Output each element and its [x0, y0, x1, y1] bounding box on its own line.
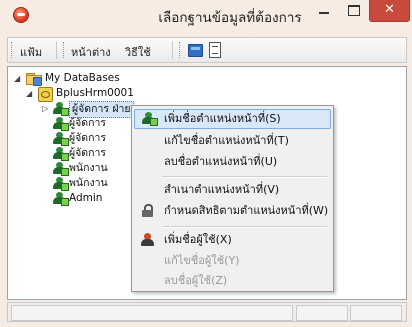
- menu-item-label: ลบชื่อตำแหน่งหน้าที่(U): [164, 155, 278, 168]
- tree-node-role[interactable]: ผู้จัดการ: [52, 116, 142, 131]
- app-icon[interactable]: [13, 7, 29, 23]
- user-group-icon: [52, 132, 69, 146]
- menu-item-copy-role[interactable]: สำเนาตำแหน่งหน้าที่(V): [134, 180, 331, 200]
- toolbar-divider: [172, 41, 173, 59]
- tree-node-role[interactable]: พนักงาน: [52, 176, 142, 191]
- toolbar-grip[interactable]: [11, 42, 14, 58]
- server-icon: [38, 87, 53, 102]
- context-menu: เพิ่มชื่อตำแหน่งหน้าที่(S) แก้ไขชื่อตำแห…: [131, 105, 334, 292]
- menu-window[interactable]: หน้าต่าง: [71, 43, 111, 61]
- database-icon[interactable]: [188, 44, 203, 57]
- status-panel: [11, 305, 293, 321]
- tree-node-server[interactable]: ◢ BplusHrm0001: [26, 86, 226, 102]
- menu-item-label: กำหนดสิทธิตามตำแหน่งหน้าที่(W): [164, 204, 329, 217]
- status-panel: [296, 305, 348, 321]
- tree-label-role: พนักงาน: [69, 177, 108, 189]
- tree-node-role[interactable]: พนักงาน: [52, 161, 142, 176]
- menu-item-add-role[interactable]: เพิ่มชื่อตำแหน่งหน้าที่(S): [134, 109, 331, 129]
- tree-node-root[interactable]: ◢ My DataBases: [14, 71, 214, 86]
- menu-item-label: เพิ่มชื่อตำแหน่งหน้าที่(S): [164, 112, 281, 125]
- toolbar-grip[interactable]: [63, 42, 66, 58]
- toolbar-divider: [56, 41, 57, 59]
- close-button[interactable]: ✕: [369, 0, 410, 22]
- menu-item-add-user[interactable]: เพิ่มชื่อผู้ใช้(X): [134, 230, 331, 250]
- tree-label-role: ผู้จัดการ: [69, 117, 107, 129]
- menu-item-label: ลบชื่อผู้ใช้(Z): [164, 274, 228, 287]
- tree-node-role[interactable]: ผู้จัดการ: [52, 131, 142, 146]
- menu-help[interactable]: วิธีใช้: [125, 43, 151, 61]
- collapsed-arrow-icon[interactable]: ▷: [42, 101, 48, 116]
- tree-label-role: ผู้จัดการ: [69, 132, 107, 144]
- user-group-icon: [52, 162, 69, 176]
- menu-divider: [162, 176, 327, 178]
- expanded-arrow-icon[interactable]: ◢: [26, 86, 32, 101]
- menu-item-label: เพิ่มชื่อผู้ใช้(X): [164, 233, 232, 246]
- menu-toolbar: แฟ้ม หน้าต่าง วิธีใช้: [7, 37, 407, 63]
- lock-icon: [142, 204, 153, 217]
- expanded-arrow-icon[interactable]: ◢: [14, 71, 20, 86]
- tree-label-role: ผู้จัดการ: [69, 147, 107, 159]
- menu-item-edit-user[interactable]: แก้ไขชื่อผู้ใช้(Y): [134, 251, 331, 271]
- window-title: เลือกฐานข้อมูลที่ต้องการ: [158, 10, 302, 26]
- user-group-icon: [52, 177, 69, 191]
- menu-item-label: สำเนาตำแหน่งหน้าที่(V): [164, 183, 280, 196]
- tree-label-root: My DataBases: [45, 72, 120, 84]
- menu-divider: [162, 226, 327, 228]
- close-icon: ✕: [384, 2, 395, 17]
- menu-item-set-permissions[interactable]: กำหนดสิทธิตามตำแหน่งหน้าที่(W): [134, 201, 331, 221]
- status-bar: [7, 302, 407, 322]
- menu-item-delete-user[interactable]: ลบชื่อผู้ใช้(Z): [134, 271, 331, 291]
- page-icon[interactable]: [209, 42, 221, 58]
- status-panel: [350, 305, 402, 321]
- database-folder-icon: [26, 73, 42, 86]
- user-add-icon: [141, 112, 158, 126]
- minimize-button[interactable]: [310, 0, 338, 22]
- menu-file[interactable]: แฟ้ม: [20, 43, 42, 61]
- tree-node-role[interactable]: Admin: [52, 191, 142, 206]
- maximize-button[interactable]: [340, 0, 368, 22]
- user-group-icon: [52, 102, 69, 116]
- user-group-icon: [52, 117, 69, 131]
- user-group-icon: [52, 147, 69, 161]
- menu-item-delete-role[interactable]: ลบชื่อตำแหน่งหน้าที่(U): [134, 152, 331, 172]
- tree-label-role: Admin: [69, 192, 103, 204]
- tree-node-role[interactable]: ผู้จัดการ: [52, 146, 142, 161]
- title-bar[interactable]: เลือกฐานข้อมูลที่ต้องการ ✕: [0, 0, 412, 32]
- menu-item-label: แก้ไขชื่อผู้ใช้(Y): [164, 254, 240, 267]
- person-icon: [141, 233, 154, 247]
- tree-label-role: พนักงาน: [69, 162, 108, 174]
- toolbar-grip[interactable]: [179, 42, 182, 58]
- menu-item-edit-role[interactable]: แก้ไขชื่อตำแหน่งหน้าที่(T): [134, 131, 331, 151]
- user-group-icon: [52, 192, 69, 206]
- tree-label-server: BplusHrm0001: [56, 87, 134, 99]
- menu-item-label: แก้ไขชื่อตำแหน่งหน้าที่(T): [164, 134, 289, 147]
